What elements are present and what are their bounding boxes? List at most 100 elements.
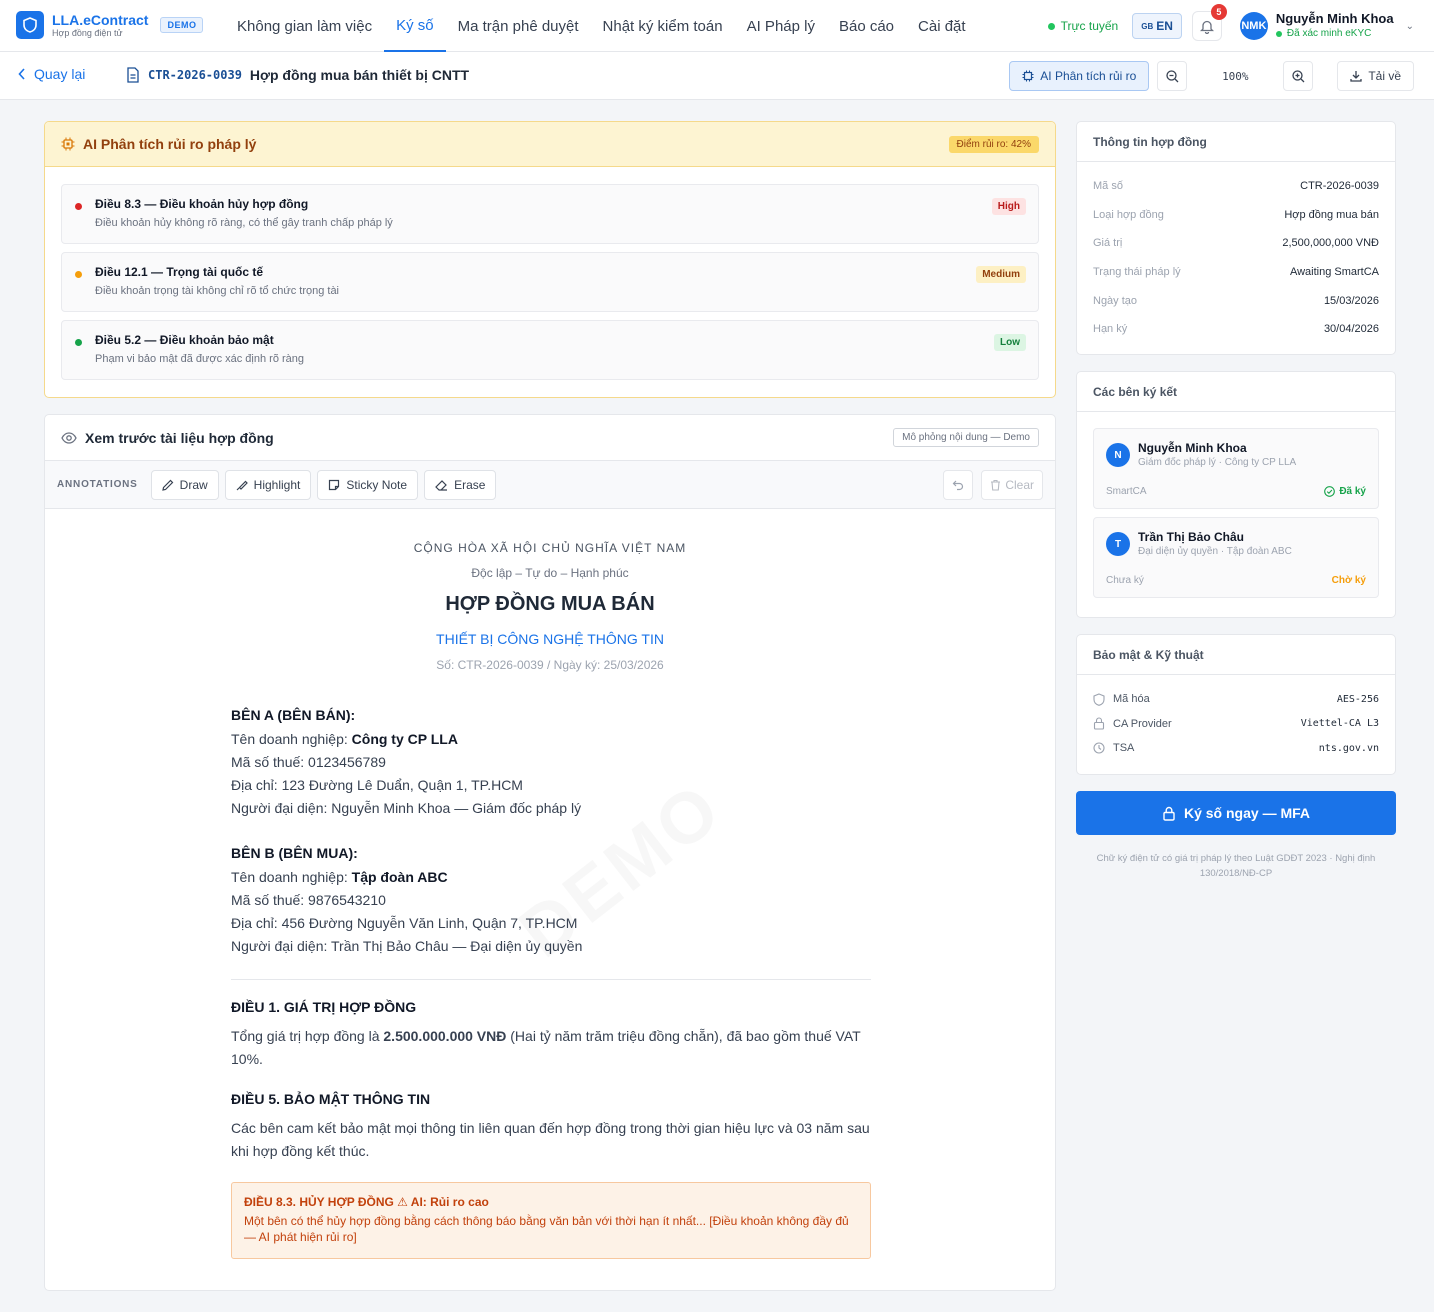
chevron-down-icon[interactable]: ⌄ bbox=[1406, 21, 1414, 32]
info-row: Ngày tạo 15/03/2026 bbox=[1077, 286, 1395, 315]
risk-item-title: Điều 12.1 — Trọng tài quốc tế bbox=[95, 265, 264, 279]
security-row: Mã hóa AES-256 bbox=[1077, 687, 1395, 712]
erase-tool-button[interactable]: Erase bbox=[424, 469, 497, 500]
undo-icon bbox=[952, 480, 964, 491]
party-status: Đã ký bbox=[1324, 486, 1366, 497]
eraser-icon bbox=[435, 479, 448, 491]
risk-clause-title: ĐIỀU 8.3. HỦY HỢP ĐỒNG ⚠ AI: Rủi ro cao bbox=[244, 1195, 489, 1209]
security-key: CA Provider bbox=[1113, 717, 1172, 730]
language-button[interactable]: GB EN bbox=[1132, 13, 1182, 39]
draw-label: Draw bbox=[179, 477, 208, 492]
sign-now-button[interactable]: Ký số ngay — MFA bbox=[1076, 791, 1396, 835]
user-avatar[interactable]: NMK bbox=[1239, 12, 1268, 40]
party-status-label: Chờ ký bbox=[1331, 575, 1366, 586]
zoom-in-icon bbox=[1292, 69, 1305, 82]
security-value: Viettel-CA L3 bbox=[1300, 718, 1379, 730]
ai-risk-analysis-button[interactable]: AI Phân tích rủi ro bbox=[1009, 61, 1150, 91]
security-value: nts.gov.vn bbox=[1318, 742, 1379, 754]
party-role: Giám đốc pháp lý · Công ty CP LLA bbox=[1138, 457, 1297, 468]
risk-item-description: Điều khoản trọng tài không chỉ rõ tổ chứ… bbox=[95, 285, 340, 297]
sticky-note-tool-button[interactable]: Sticky Note bbox=[317, 469, 419, 500]
party-item[interactable]: T Trần Thị Bảo Châu Đại diện ủy quyền · … bbox=[1093, 517, 1379, 598]
tab-ai-legal[interactable]: AI Pháp lý bbox=[735, 0, 827, 52]
flag-icon: GB bbox=[1141, 21, 1154, 31]
erase-label: Erase bbox=[454, 477, 486, 492]
severity-badge: High bbox=[991, 198, 1026, 215]
clock-icon bbox=[1093, 742, 1105, 754]
risk-medium-dot-icon bbox=[75, 271, 82, 278]
national-motto: Độc lập – Tự do – Hạnh phúc bbox=[471, 566, 629, 580]
party-name: Nguyễn Minh Khoa bbox=[1138, 441, 1247, 455]
info-row: Mã số CTR-2026-0039 bbox=[1077, 172, 1395, 201]
clear-button[interactable]: Clear bbox=[981, 470, 1043, 500]
zoom-out-button[interactable] bbox=[1157, 61, 1188, 91]
lock-icon bbox=[1163, 806, 1175, 821]
trash-icon bbox=[991, 479, 1001, 491]
tab-audit-log[interactable]: Nhật ký kiểm toán bbox=[591, 0, 735, 52]
risk-item[interactable]: Điều 8.3 — Điều khoản hủy hợp đồng Điều … bbox=[61, 184, 1039, 244]
tab-workspace[interactable]: Không gian làm việc bbox=[225, 0, 384, 52]
risk-item[interactable]: Điều 5.2 — Điều khoản bảo mật Phạm vi bả… bbox=[61, 320, 1039, 380]
article-1-text: Tổng giá trị hợp đồng là 2.500.000.000 V… bbox=[231, 1025, 871, 1071]
info-row: Trạng thái pháp lý Awaiting SmartCA bbox=[1077, 258, 1395, 287]
draw-tool-button[interactable]: Draw bbox=[150, 469, 219, 500]
brand-subtitle: Hợp đồng điện tử bbox=[52, 27, 123, 38]
main-nav: Không gian làm việc Ký số Ma trận phê du… bbox=[225, 0, 978, 52]
clear-label: Clear bbox=[1005, 478, 1034, 492]
party-a-representative: Người đại diện: Nguyễn Minh Khoa — Giám … bbox=[231, 800, 582, 816]
ai-risk-clause-highlight[interactable]: ĐIỀU 8.3. HỦY HỢP ĐỒNG ⚠ AI: Rủi ro cao … bbox=[231, 1182, 871, 1259]
party-b-company-name: Tập đoàn ABC bbox=[351, 869, 448, 885]
tab-reports[interactable]: Báo cáo bbox=[827, 0, 906, 52]
security-row: CA Provider Viettel-CA L3 bbox=[1077, 712, 1395, 737]
document-toolbar: Quay lại CTR-2026-0039 Hợp đồng mua bán … bbox=[0, 52, 1434, 100]
risk-item[interactable]: Điều 12.1 — Trọng tài quốc tế Điều khoản… bbox=[61, 252, 1039, 312]
highlight-label: Highlight bbox=[253, 477, 301, 492]
tab-approval-matrix[interactable]: Ma trận phê duyệt bbox=[446, 0, 591, 52]
risk-clause-text: Một bên có thể hủy hợp đồng bằng cách th… bbox=[244, 1214, 849, 1244]
user-menu[interactable]: Nguyễn Minh Khoa Đã xác minh eKYC bbox=[1275, 11, 1394, 41]
party-a-company: Tên doanh nghiệp: Công ty CP LLA bbox=[231, 728, 871, 751]
risk-score-badge: Điểm rủi ro: 42% bbox=[948, 136, 1039, 153]
ai-risk-panel: AI Phân tích rủi ro pháp lý Điểm rủi ro:… bbox=[44, 121, 1056, 398]
party-item[interactable]: N Nguyễn Minh Khoa Giám đốc pháp lý · Cô… bbox=[1093, 428, 1379, 509]
party-avatar: N bbox=[1106, 443, 1130, 467]
zoom-out-icon bbox=[1166, 69, 1179, 82]
chevron-left-icon bbox=[18, 68, 25, 80]
top-navbar: LLA.eContract Hợp đồng điện tử DEMO Khôn… bbox=[0, 0, 1434, 52]
security-row: TSA nts.gov.vn bbox=[1077, 736, 1395, 761]
highlight-tool-button[interactable]: Highlight bbox=[224, 469, 312, 500]
contract-title: HỢP ĐỒNG MUA BÁN bbox=[445, 593, 655, 615]
security-card: Bảo mật & Kỹ thuật Mã hóa AES-256 CA Pro… bbox=[1076, 634, 1396, 775]
back-button[interactable]: Quay lại bbox=[18, 66, 85, 82]
party-ca: SmartCA bbox=[1106, 486, 1147, 497]
signing-parties-card: Các bên ký kết N Nguyễn Minh Khoa Giám đ… bbox=[1076, 371, 1396, 618]
undo-button[interactable] bbox=[943, 470, 974, 500]
info-value: CTR-2026-0039 bbox=[1300, 180, 1379, 193]
notifications-button[interactable]: 5 bbox=[1191, 4, 1227, 41]
online-status: Trực tuyến bbox=[1047, 19, 1118, 33]
shield-icon bbox=[1093, 693, 1105, 706]
pencil-icon bbox=[161, 479, 174, 491]
severity-badge: Low bbox=[994, 334, 1026, 351]
severity-badge: Medium bbox=[976, 266, 1026, 283]
tab-settings[interactable]: Cài đặt bbox=[906, 0, 978, 52]
chip-icon bbox=[61, 137, 75, 151]
party-status: Chờ ký bbox=[1332, 575, 1366, 586]
risk-item-description: Điều khoản hủy không rõ ràng, có thể gây… bbox=[95, 217, 393, 229]
brand[interactable]: LLA.eContract Hợp đồng điện tử DEMO bbox=[16, 11, 204, 39]
zoom-in-button[interactable] bbox=[1283, 61, 1314, 91]
risk-low-dot-icon bbox=[75, 339, 82, 346]
tab-digital-signing[interactable]: Ký số bbox=[384, 0, 446, 52]
contract-document: DEMO CỘNG HÒA XÃ HỘI CHỦ NGHĨA VIỆT NAM … bbox=[45, 509, 1055, 1290]
preview-header: Xem trước tài liệu hợp đồng Mô phỏng nội… bbox=[45, 415, 1055, 461]
risk-list: Điều 8.3 — Điều khoản hủy hợp đồng Điều … bbox=[45, 167, 1055, 380]
sign-now-label: Ký số ngay — MFA bbox=[1183, 805, 1311, 821]
legal-note: Chữ ký điện tử có giá trị pháp lý theo L… bbox=[1096, 853, 1376, 879]
risk-panel-title: AI Phân tích rủi ro pháp lý bbox=[83, 136, 257, 152]
back-label: Quay lại bbox=[34, 66, 86, 82]
info-key: Trạng thái pháp lý bbox=[1093, 266, 1181, 279]
download-button[interactable]: Tải về bbox=[1337, 61, 1414, 91]
document-icon bbox=[127, 67, 139, 83]
bell-icon bbox=[1199, 20, 1214, 34]
security-key: TSA bbox=[1113, 742, 1135, 755]
